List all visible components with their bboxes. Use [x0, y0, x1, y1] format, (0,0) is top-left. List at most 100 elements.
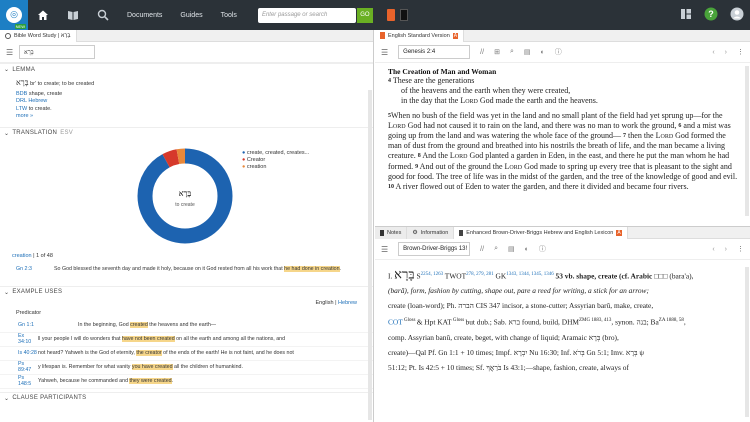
tab-information[interactable]: ⚙ Information	[407, 227, 455, 239]
entry-line: create (loan-word); Ph. הברה CIS 347 inc…	[388, 298, 740, 313]
clause-heading: CLAUSE PARTICIPANTS	[12, 395, 87, 401]
tab-esv[interactable]: English Standard Version A	[375, 30, 465, 42]
drl-hebrew-link[interactable]: DRL Hebrew	[16, 98, 47, 104]
ex-b: on all the earth and among all the natio…	[174, 336, 286, 342]
library-button[interactable]	[58, 0, 88, 30]
info-icon[interactable]: ⓘ	[555, 47, 562, 57]
forward-arrow-icon[interactable]: ›	[725, 49, 727, 56]
lexicon-scrollbar[interactable]	[745, 267, 749, 417]
parallel-icon[interactable]: //	[480, 246, 484, 253]
entry-text: GK	[493, 271, 507, 281]
go-button[interactable]: GO	[356, 7, 373, 23]
example-row[interactable]: Is 40:28 not heard? Yahweh is the God of …	[0, 347, 373, 361]
right-bottom-tabstrip: Notes ⚙ Information Enhanced Brown-Drive…	[375, 227, 750, 239]
verse-number[interactable]: 4	[388, 78, 391, 84]
example-row[interactable]: Ps 89:47 y lifespan is. Remember for what…	[0, 361, 373, 375]
example-ref[interactable]: Gn 1:1	[0, 322, 38, 328]
link-set-badge: A	[616, 229, 622, 236]
logos-logo[interactable]: ◎ NEW	[0, 0, 28, 30]
tab-title: Notes	[387, 229, 402, 236]
example-ref[interactable]: Is 40:28	[0, 350, 38, 356]
example-row[interactable]: Ex 34:10 ll your people I will do wonders…	[0, 333, 373, 347]
tab-bible-word-study[interactable]: Bible Word Study | בָּרָא	[0, 30, 77, 42]
panel-menu-icon[interactable]: ☰	[381, 48, 388, 57]
gk-link[interactable]: 1343, 1344, 1345, 1346	[506, 272, 554, 277]
twot-link[interactable]: 278, 279, 281	[466, 272, 494, 277]
example-text: not heard? Yahweh is the God of eternity…	[38, 350, 294, 356]
forward-arrow-icon[interactable]: ›	[725, 246, 727, 253]
resource-panel-icon[interactable]	[386, 9, 395, 21]
guides-menu[interactable]: Guides	[180, 12, 202, 19]
panel-menu-icon[interactable]: ☰	[6, 48, 13, 57]
translation-section-header[interactable]: ⌄ TRANSLATION ESV	[0, 126, 373, 139]
legend-item[interactable]: ● creation	[242, 164, 309, 171]
layouts-icon[interactable]	[680, 8, 692, 20]
resource-panel-icon[interactable]	[399, 9, 408, 21]
esv-scrollbar[interactable]	[745, 66, 749, 216]
verse-text: and no small plant of the field had yet …	[536, 110, 723, 120]
more-options-icon[interactable]: ⋮	[737, 48, 744, 56]
search-icon[interactable]: ⌕	[510, 48, 514, 56]
home-button[interactable]	[28, 0, 58, 30]
lexicon-reference-input[interactable]: Brown-Driver-Briggs 13!	[398, 242, 471, 256]
tools-menu[interactable]: Tools	[221, 12, 237, 19]
lang-hebrew[interactable]: Hebrew	[338, 300, 357, 306]
view-icon[interactable]: ▤	[508, 245, 515, 253]
search-icon[interactable]: ⌕	[494, 245, 498, 253]
user-avatar-icon[interactable]	[730, 7, 744, 21]
documents-menu[interactable]: Documents	[127, 12, 162, 19]
visual-filter-icon[interactable]: ◐	[540, 49, 544, 56]
clause-participants-section-header[interactable]: ⌄ CLAUSE PARTICIPANTS	[0, 391, 373, 404]
more-link[interactable]: more »	[16, 113, 33, 119]
example-ref[interactable]: Ex 34:10	[0, 333, 38, 345]
visual-filter-icon[interactable]: ◐	[525, 246, 529, 253]
example-ref[interactable]: Gn 2:3	[16, 266, 54, 286]
logo-icon: ◎	[6, 7, 22, 23]
example-ref[interactable]: Ps 148:5	[0, 375, 38, 387]
lemma-section-header[interactable]: ⌄ LEMMA	[0, 63, 373, 75]
legend-item[interactable]: ● Creator	[242, 157, 309, 164]
back-arrow-icon[interactable]: ‹	[712, 49, 714, 56]
strongs-link[interactable]: 2254, 1263	[421, 272, 444, 277]
lang-english[interactable]: English	[316, 300, 334, 306]
ex-b: of the ends of the earth! He is not fain…	[161, 350, 294, 356]
view-icon[interactable]: ▤	[524, 48, 531, 56]
info-icon[interactable]: ⓘ	[539, 244, 546, 254]
legend-item[interactable]: ● create, created, creates...	[242, 150, 309, 157]
panel-menu-icon[interactable]: ☰	[381, 245, 388, 254]
example-row[interactable]: Gn 1:1 In the beginning, God created the …	[0, 319, 373, 333]
translation-version[interactable]: ESV	[60, 130, 73, 136]
pager-word[interactable]: creation	[12, 253, 32, 259]
entry-text: , synon. בנה; Ba	[611, 317, 659, 327]
lexicon-toolbar: ☰ Brown-Driver-Briggs 13! // ⌕ ▤ ◐ ⓘ ‹ ›…	[375, 239, 750, 260]
back-arrow-icon[interactable]: ‹	[712, 246, 714, 253]
verse-text: in the day that the	[401, 96, 461, 106]
columns-icon[interactable]: ⊞	[494, 48, 500, 56]
verse-text: When no	[391, 110, 423, 120]
legend-dot: ●	[242, 163, 246, 170]
reference-input[interactable]: Genesis 2:4	[398, 45, 471, 59]
cot-link[interactable]: COT	[388, 318, 403, 327]
word-input[interactable]: בָּרָא	[19, 45, 96, 59]
passage-search-input[interactable]: Enter passage or search	[257, 7, 356, 23]
legend-label: Creator	[246, 156, 266, 163]
entry-line: COT Gloss & Hpt KAT Gloss but dub.; Sab.…	[388, 313, 740, 329]
left-scrollbar[interactable]	[368, 90, 372, 420]
translation-donut-chart[interactable]: בָּרָא to create	[130, 141, 240, 251]
tab-notes[interactable]: Notes	[375, 227, 408, 239]
language-toggle: English | Hebrew	[0, 298, 373, 308]
verse-text: God planted a	[467, 151, 517, 161]
ltw-link[interactable]: LTW	[16, 106, 27, 112]
bdb-link[interactable]: BDB	[16, 91, 27, 97]
parallel-icon[interactable]: //	[480, 49, 484, 56]
help-icon[interactable]: ?	[704, 7, 718, 21]
search-button[interactable]	[88, 0, 118, 30]
gloss-sup: Gloss	[451, 318, 466, 324]
example-ref[interactable]: Ps 89:47	[0, 361, 38, 373]
example-row[interactable]: Ps 148:5 Yahweh, because he commanded and…	[0, 375, 373, 389]
bdb-gloss: shape, create	[27, 90, 63, 97]
more-options-icon[interactable]: ⋮	[737, 245, 744, 253]
tab-bdb-lexicon[interactable]: Enhanced Brown-Driver-Briggs Hebrew and …	[454, 227, 628, 239]
lexicon-icon	[459, 229, 464, 236]
example-uses-section-header[interactable]: ⌄ EXAMPLE USES	[0, 285, 373, 298]
